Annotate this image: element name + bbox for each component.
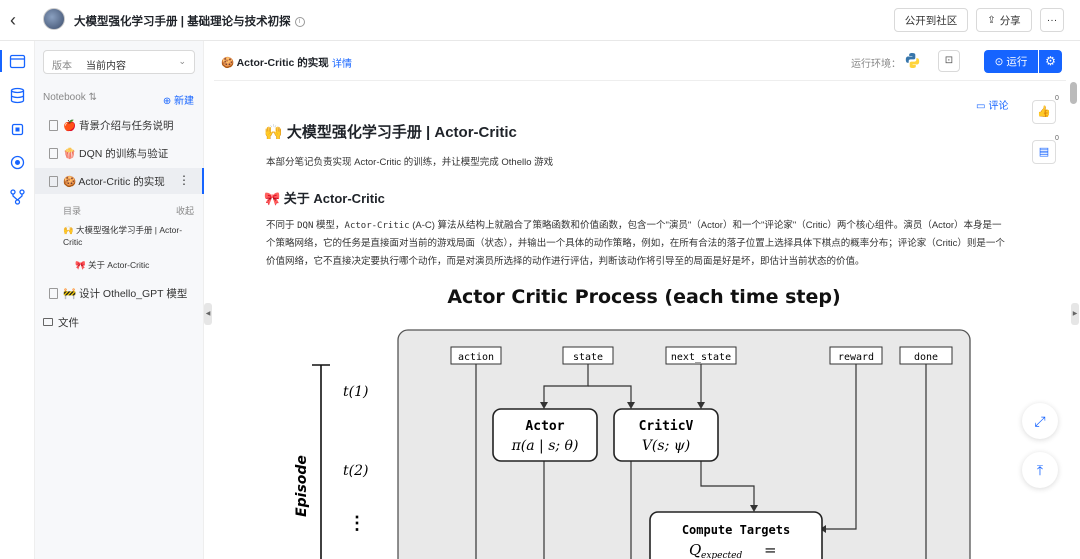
targets-formula-sub: expected xyxy=(701,551,742,559)
fullscreen-button[interactable]: ⤢ xyxy=(1022,403,1058,439)
comment-button[interactable]: ▤ xyxy=(1032,140,1056,164)
right-panel-collapse-handle[interactable]: ▶ xyxy=(1071,303,1079,325)
compute-targets-label: Compute Targets xyxy=(682,523,790,537)
thumbs-up-icon: 👍 xyxy=(1037,106,1051,118)
document-icon xyxy=(49,119,58,131)
toc-item-title[interactable]: 🙌 大模型强化学习手册 | Actor-Critic xyxy=(63,224,198,248)
arrow-up-icon: ⤒ xyxy=(1036,462,1044,478)
notebook-sidebar: 版本 当前内容 ⌄ Notebook ⇅ ⊕ 新建 🍎 背景介绍与任务说明 🍿 … xyxy=(35,41,204,559)
comment-bubble-icon: ▤ xyxy=(1038,146,1050,158)
section-heading: 🎀 关于 Actor-Critic xyxy=(264,191,385,206)
timestep-label-2: t(2) xyxy=(343,463,368,479)
input-label-next-state: next_state xyxy=(671,352,731,363)
avatar xyxy=(43,8,65,30)
version-select[interactable]: 版本 当前内容 ⌄ xyxy=(43,50,195,74)
body-paragraph: 不同于 DQN 模型，Actor-Critic (A-C) 算法从结构上就融合了… xyxy=(266,220,1005,267)
sidebar-item-files[interactable]: 文件 xyxy=(35,309,204,335)
run-button[interactable]: ⊙ 运行 xyxy=(984,50,1038,73)
kebab-menu-icon[interactable]: ⋮ xyxy=(178,173,190,187)
input-label-state: state xyxy=(573,352,603,363)
top-bar: ‹ 大模型强化学习手册 | 基础理论与技术初探 i 公开到社区 ⇪ 分享 ··· xyxy=(0,0,1080,41)
notebook-heading[interactable]: Notebook ⇅ xyxy=(43,92,97,103)
chevron-down-icon: ⌄ xyxy=(178,56,186,66)
sidebar-item-dqn[interactable]: 🍿 DQN 的训练与验证 xyxy=(35,140,204,166)
folder-icon xyxy=(43,318,53,326)
sidebar-item-background[interactable]: 🍎 背景介绍与任务说明 xyxy=(35,112,204,138)
target-icon[interactable] xyxy=(9,154,26,171)
more-button[interactable]: ··· xyxy=(1040,8,1064,32)
gear-icon[interactable]: ⚙ xyxy=(1039,50,1062,73)
critic-formula: V(s; ψ) xyxy=(642,438,690,454)
input-label-done: done xyxy=(914,352,938,363)
intro-text: 本部分笔记负责实现 Actor-Critic 的训练，并让模型完成 Othell… xyxy=(266,157,554,168)
share-icon: ⇪ xyxy=(987,14,996,26)
like-button[interactable]: 👍 xyxy=(1032,100,1056,124)
expand-icon: ⤢ xyxy=(1034,413,1046,429)
new-button[interactable]: ⊕ 新建 xyxy=(163,92,194,107)
actor-critic-diagram: Actor Critic Process (each time step) ac… xyxy=(294,286,971,559)
toc-heading: 目录 xyxy=(63,206,82,216)
document-icon xyxy=(49,287,58,299)
critic-label: CriticV xyxy=(639,419,694,434)
back-button[interactable]: ‹ xyxy=(10,10,24,30)
targets-formula: Q xyxy=(689,541,701,559)
sidebar-item-actor-critic[interactable]: 🍪 Actor-Critic 的实现 ⋮ xyxy=(35,168,204,194)
page-heading: 🙌 大模型强化学习手册 | Actor-Critic xyxy=(264,124,517,141)
actor-label: Actor xyxy=(525,419,564,434)
like-count: 0 xyxy=(1055,95,1059,102)
input-label-action: action xyxy=(458,352,494,363)
episode-label: Episode xyxy=(294,455,310,517)
chip-icon[interactable] xyxy=(9,121,26,138)
comment-count: 0 xyxy=(1055,135,1059,142)
notebook-toolbar: 🍪 Actor-Critic 的实现 详情 运行环境： ⊡ ⊙ 运行 ⚙ xyxy=(214,41,1066,81)
document-icon xyxy=(49,147,58,159)
document-icon xyxy=(49,175,58,187)
input-label-reward: reward xyxy=(838,352,874,363)
notebook-icon[interactable] xyxy=(9,53,26,70)
scroll-top-button[interactable]: ⤒ xyxy=(1022,452,1058,488)
env-label: 运行环境： xyxy=(851,59,901,70)
sidebar-item-othello-gpt[interactable]: 🚧 设计 Othello_GPT 模型 xyxy=(35,280,204,306)
comment-icon: ▭ xyxy=(976,101,986,112)
python-icon[interactable] xyxy=(904,52,921,69)
sidebar-collapse-handle[interactable]: ◀ xyxy=(204,303,212,325)
comment-link[interactable]: ▭ 评论 xyxy=(976,97,1008,112)
branch-icon[interactable] xyxy=(9,188,26,205)
present-icon[interactable]: ⊡ xyxy=(938,50,960,72)
actor-formula: π(a | s; θ) xyxy=(511,438,579,454)
toc-collapse-button[interactable]: 收起 xyxy=(176,204,194,217)
timestep-label-1: t(1) xyxy=(343,384,368,400)
targets-formula-eq: = xyxy=(764,541,777,559)
database-icon[interactable] xyxy=(9,87,26,104)
notebook-name: 🍪 Actor-Critic 的实现 xyxy=(221,57,329,69)
main-panel: 🍪 Actor-Critic 的实现 详情 运行环境： ⊡ ⊙ 运行 ⚙ ▭ 评论… xyxy=(214,41,1066,559)
detail-link[interactable]: 详情 xyxy=(332,55,352,70)
timestep-ellipsis: ⋮ xyxy=(348,513,366,534)
rail-active-indicator xyxy=(0,50,2,72)
share-button[interactable]: ⇪ 分享 xyxy=(976,8,1032,32)
info-icon[interactable]: i xyxy=(294,16,305,27)
left-rail xyxy=(0,41,35,559)
publish-button[interactable]: 公开到社区 xyxy=(894,8,968,32)
diagram-title: Actor Critic Process (each time step) xyxy=(447,286,840,308)
toc-item-about[interactable]: 🎀 关于 Actor-Critic xyxy=(75,259,149,271)
page-title: 大模型强化学习手册 | 基础理论与技术初探 i xyxy=(74,13,305,29)
scrollbar-thumb[interactable] xyxy=(1070,82,1077,104)
